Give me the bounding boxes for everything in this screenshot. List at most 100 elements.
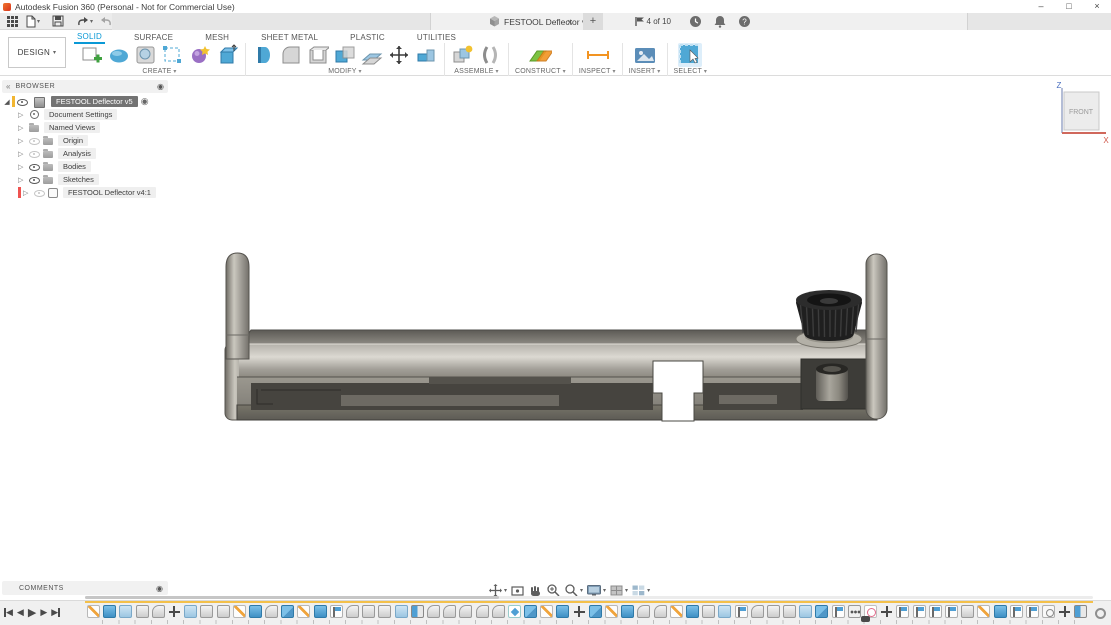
timeline-feature-extrude[interactable] <box>249 605 262 618</box>
timeline-scrollbar-thumb[interactable] <box>85 596 499 599</box>
timeline-feature-box[interactable] <box>217 605 230 618</box>
browser-row-origin[interactable]: ▷ Origin <box>18 134 168 147</box>
timeline-feature-box[interactable] <box>961 605 974 618</box>
create-hole-icon[interactable] <box>134 43 158 67</box>
create-group-label[interactable]: CREATE <box>142 68 176 75</box>
insert-group-label[interactable]: INSERT <box>629 68 661 75</box>
timeline-feature-box[interactable] <box>378 605 391 618</box>
timeline-feature-sketch[interactable] <box>233 605 246 618</box>
timeline-feature-fillet[interactable] <box>654 605 667 618</box>
timeline-feature-pattern[interactable] <box>508 605 521 618</box>
create-form-icon[interactable] <box>107 43 131 67</box>
timeline-feature-align[interactable] <box>832 605 845 618</box>
timeline-settings-gear-icon[interactable] <box>1094 607 1105 618</box>
timeline-feature-move[interactable] <box>1058 605 1071 618</box>
timeline-feature-fillet[interactable] <box>152 605 165 618</box>
select-group-label[interactable]: SELECT <box>674 68 708 75</box>
timeline-feature-halfbox[interactable] <box>1074 605 1087 618</box>
timeline-feature-box[interactable] <box>702 605 715 618</box>
offset-face-icon[interactable] <box>360 43 384 67</box>
timeline-feature-sketch[interactable] <box>977 605 990 618</box>
insert-image-icon[interactable] <box>633 43 657 67</box>
timeline-feature-sketch[interactable] <box>670 605 683 618</box>
construct-group-label[interactable]: CONSTRUCT <box>515 68 566 75</box>
timeline-feature-fillet[interactable] <box>443 605 456 618</box>
timeline-feature-align[interactable] <box>945 605 958 618</box>
timeline-feature-fillet[interactable] <box>459 605 472 618</box>
measure-icon[interactable] <box>585 43 609 67</box>
go-to-end-button[interactable]: ▶ <box>51 607 60 618</box>
activate-component-radio[interactable]: ◉ <box>141 96 149 107</box>
browser-row-analysis[interactable]: ▷Analysis <box>18 147 168 160</box>
timeline-feature-align[interactable] <box>330 605 343 618</box>
timeline-feature-sketch[interactable] <box>297 605 310 618</box>
timeline-feature-sketch[interactable] <box>87 605 100 618</box>
timeline-feature-circ[interactable] <box>1042 605 1055 618</box>
tab-close-icon[interactable]: × <box>563 17 577 27</box>
ribbon-tab-solid[interactable]: SOLID <box>74 32 105 44</box>
timeline-feature-move[interactable] <box>880 605 893 618</box>
version-badge[interactable]: 4 of 10 <box>635 16 671 27</box>
align-icon[interactable] <box>414 43 438 67</box>
timeline-feature-box[interactable] <box>783 605 796 618</box>
browser-item-label[interactable]: Bodies <box>58 161 91 172</box>
expand-arrow-icon[interactable]: ▷ <box>18 137 29 145</box>
timeline-feature-box[interactable] <box>767 605 780 618</box>
timeline-feature-fillet[interactable] <box>346 605 359 618</box>
inspect-group-label[interactable]: INSPECT <box>579 68 616 75</box>
notifications-bell-icon[interactable] <box>714 15 726 28</box>
expand-arrow-icon[interactable]: ▷ <box>18 163 29 171</box>
new-component-icon[interactable] <box>451 43 475 67</box>
timeline-feature-align[interactable] <box>896 605 909 618</box>
close-button[interactable]: × <box>1083 0 1111 13</box>
expand-arrow-icon[interactable]: ◢ <box>2 98 12 106</box>
save-icon[interactable] <box>52 14 64 29</box>
modify-group-label[interactable]: MODIFY <box>328 68 362 75</box>
step-forward-button[interactable]: ▶ <box>40 607 47 618</box>
job-status-icon[interactable] <box>689 15 702 28</box>
timeline-feature-align[interactable] <box>913 605 926 618</box>
comments-panel[interactable]: COMMENTS ◉ <box>2 581 168 595</box>
timeline-feature-combine[interactable] <box>815 605 828 618</box>
browser-root-label[interactable]: FESTOOL Deflector v5 <box>51 96 138 107</box>
timeline-feature-box[interactable] <box>200 605 213 618</box>
timeline-feature-plate[interactable] <box>119 605 132 618</box>
visibility-eye-icon[interactable] <box>17 98 28 106</box>
ribbon-tab-sheet-metal[interactable]: SHEET METAL <box>258 33 321 43</box>
timeline-feature-extrude[interactable] <box>314 605 327 618</box>
timeline-feature-fillet[interactable] <box>637 605 650 618</box>
timeline-feature-combine[interactable] <box>281 605 294 618</box>
browser-item-label[interactable]: Document Settings <box>44 109 117 120</box>
expand-arrow-icon[interactable]: ▷ <box>18 124 29 132</box>
visibility-eye-icon[interactable] <box>34 189 45 197</box>
joint-icon[interactable] <box>478 43 502 67</box>
timeline-feature-combine[interactable] <box>589 605 602 618</box>
timeline-feature-plate[interactable] <box>799 605 812 618</box>
browser-row-named-views[interactable]: ▷ Named Views <box>18 121 168 134</box>
visibility-eye-icon[interactable] <box>29 163 40 171</box>
timeline-feature-align[interactable] <box>929 605 942 618</box>
timeline-feature-extrude[interactable] <box>994 605 1007 618</box>
expand-arrow-icon[interactable]: ▷ <box>18 111 29 119</box>
press-pull-icon[interactable] <box>252 43 276 67</box>
timeline-feature-plate[interactable] <box>395 605 408 618</box>
browser-item-label[interactable]: Named Views <box>44 122 100 133</box>
fillet-icon[interactable] <box>279 43 303 67</box>
visibility-eye-icon[interactable] <box>29 176 40 184</box>
timeline-feature-move[interactable] <box>168 605 181 618</box>
timeline-feature-extrude[interactable] <box>103 605 116 618</box>
visibility-eye-icon[interactable] <box>29 150 40 158</box>
timeline-feature-sketch[interactable] <box>605 605 618 618</box>
browser-row-document-settings[interactable]: ▷ Document Settings <box>18 108 168 121</box>
timeline-playhead-marker[interactable] <box>861 616 870 622</box>
timeline-feature-fillet[interactable] <box>751 605 764 618</box>
ribbon-tab-plastic[interactable]: PLASTIC <box>347 33 388 43</box>
step-back-button[interactable]: ◀ <box>17 607 24 618</box>
create-sketch-dashed-icon[interactable] <box>161 43 185 67</box>
browser-item-label[interactable]: Analysis <box>58 148 96 159</box>
browser-item-label[interactable]: Origin <box>58 135 88 146</box>
timeline-feature-combine[interactable] <box>524 605 537 618</box>
move-icon[interactable] <box>387 43 411 67</box>
timeline-feature-fillet[interactable] <box>492 605 505 618</box>
timeline-scrollbar-track[interactable] <box>85 596 1093 599</box>
